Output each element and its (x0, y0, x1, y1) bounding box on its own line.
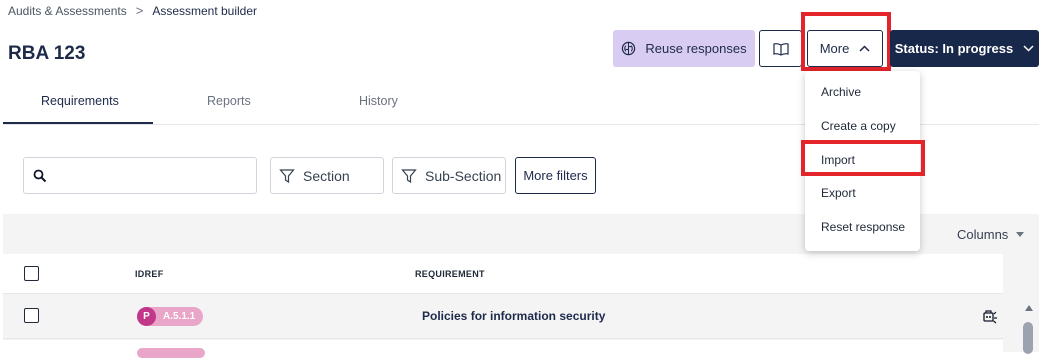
section-filter-label: Section (303, 167, 350, 184)
more-label: More (819, 41, 850, 56)
requirement-text[interactable]: Policies for information security (422, 309, 605, 323)
chevron-down-icon (1023, 45, 1034, 52)
tab-history[interactable]: History (359, 94, 398, 108)
caret-down-icon (1016, 232, 1025, 237)
menu-item-export[interactable]: Export (821, 186, 856, 200)
idref-value: A.5.1.1 (163, 311, 196, 322)
filter-icon (279, 168, 295, 183)
chevron-up-icon (859, 45, 870, 52)
breadcrumb-parent-link[interactable]: Audits & Assessments (8, 4, 127, 18)
reuse-responses-button[interactable]: Reuse responses (613, 30, 755, 67)
reuse-responses-label: Reuse responses (645, 41, 747, 56)
filter-icon (401, 168, 417, 183)
book-icon (772, 42, 789, 56)
menu-item-archive[interactable]: Archive (821, 85, 861, 99)
search-input[interactable] (23, 157, 257, 194)
scrollbar-thumb[interactable] (1023, 322, 1033, 354)
more-button[interactable]: More (807, 30, 883, 67)
more-filters-button[interactable]: More filters (515, 157, 596, 194)
chevron-right-icon: > (135, 3, 144, 18)
brain-icon (622, 41, 636, 56)
idref-badge: P A.5.1.1 (137, 307, 204, 326)
search-icon (33, 169, 47, 182)
row-checkbox[interactable] (24, 308, 39, 323)
subsection-filter-label: Sub-Section (425, 167, 502, 184)
tab-reports[interactable]: Reports (207, 94, 251, 108)
columns-label: Columns (957, 227, 1009, 242)
tab-requirements[interactable]: Requirements (41, 94, 119, 108)
menu-item-reset-response[interactable]: Reset response (821, 220, 905, 234)
badge-letter: P (137, 307, 156, 326)
idref-badge (137, 348, 205, 358)
status-label: Status: In progress (894, 41, 1014, 56)
subsection-filter-button[interactable]: Sub-Section (392, 157, 506, 194)
active-tab-indicator (3, 122, 153, 124)
idref-column-header[interactable]: IDREF (135, 269, 164, 279)
guide-book-button[interactable] (759, 30, 802, 67)
columns-selector[interactable]: Columns (957, 227, 1025, 242)
breadcrumb-current: Assessment builder (152, 3, 258, 18)
menu-item-import[interactable]: Import (821, 153, 855, 167)
requirement-column-header[interactable]: REQUIREMENT (415, 269, 485, 279)
section-filter-button[interactable]: Section (270, 157, 384, 194)
menu-item-create-copy[interactable]: Create a copy (821, 119, 896, 133)
select-all-checkbox[interactable] (24, 266, 39, 281)
status-dropdown-button[interactable]: Status: In progress (890, 30, 1039, 67)
ai-assist-icon[interactable] (982, 308, 998, 324)
breadcrumb: Audits & Assessments > Assessment builde… (8, 3, 257, 18)
scroll-up-arrow[interactable] (1025, 305, 1033, 311)
page-title: RBA 123 (8, 43, 86, 64)
